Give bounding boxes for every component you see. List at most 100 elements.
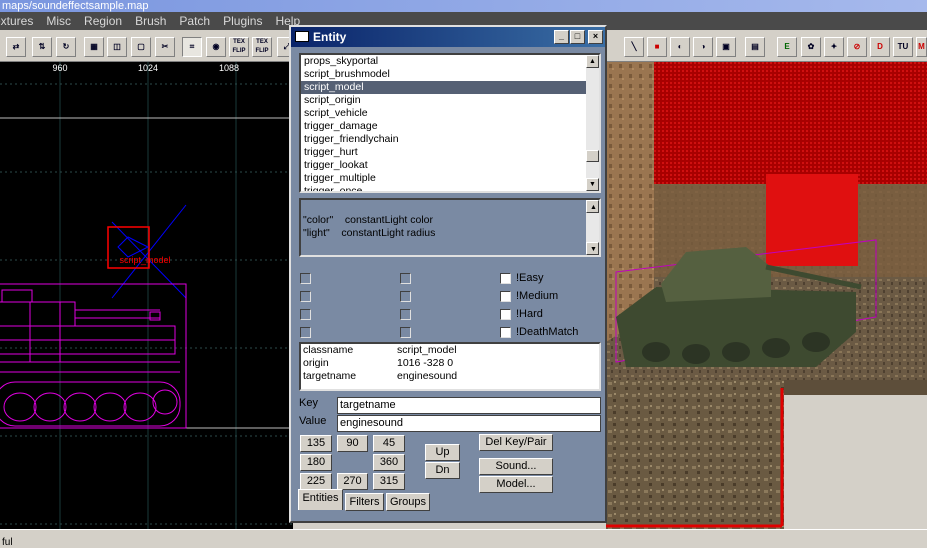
- draw-line-icon[interactable]: ╲: [624, 37, 644, 57]
- scroll-thumb[interactable]: [586, 150, 599, 162]
- list-item[interactable]: trigger_friendlychain: [301, 133, 599, 146]
- tab-groups[interactable]: Groups: [386, 493, 430, 511]
- monster-clip-icon[interactable]: M: [916, 37, 927, 57]
- eye-icon[interactable]: ◐: [670, 37, 690, 57]
- property-row[interactable]: origin 1016 -328 0: [301, 357, 599, 370]
- flip-x-icon[interactable]: ⇄: [6, 37, 26, 57]
- angle-270-button[interactable]: 270: [337, 473, 368, 490]
- scroll-down-icon[interactable]: ▼: [586, 242, 599, 255]
- spawnflag-checkbox[interactable]: [400, 309, 411, 320]
- menu-brush[interactable]: Brush: [129, 12, 173, 30]
- list-item[interactable]: trigger_lookat: [301, 159, 599, 172]
- angle-90-button[interactable]: 90: [337, 435, 368, 452]
- hollow-icon[interactable]: ▢: [131, 37, 151, 57]
- menu-plugins[interactable]: Plugins: [217, 12, 269, 30]
- angle-315-button[interactable]: 315: [373, 473, 405, 490]
- rotate-icon[interactable]: ↻: [56, 37, 76, 57]
- deathmatch-checkbox[interactable]: [500, 327, 511, 338]
- spawnflag-checkbox[interactable]: [300, 327, 311, 338]
- close-button[interactable]: ×: [588, 30, 603, 44]
- tank-bounding-box: [0, 283, 187, 429]
- tex-unit-icon[interactable]: TU: [893, 37, 913, 57]
- spawnflag-checkbox[interactable]: [300, 291, 311, 302]
- angle-180-button[interactable]: 180: [300, 454, 332, 471]
- sound-button[interactable]: Sound...: [479, 458, 553, 475]
- grid-canvas[interactable]: 960 1024 1088 script_model: [0, 62, 293, 529]
- minimize-button[interactable]: _: [554, 30, 569, 44]
- angle-225-button[interactable]: 225: [300, 473, 332, 490]
- dirt-texture: [606, 380, 784, 530]
- angle-135-button[interactable]: 135: [300, 435, 332, 452]
- tex-flip-y-icon[interactable]: TEX FLIP: [252, 37, 272, 57]
- tab-entities[interactable]: Entities: [298, 489, 343, 510]
- detail-d-label: D: [877, 42, 883, 51]
- color-icon[interactable]: ✿: [801, 37, 821, 57]
- tex-flip-y-label: TEX FLIP: [255, 39, 269, 54]
- texture-browser[interactable]: [606, 380, 927, 530]
- detail-d-icon[interactable]: D: [870, 37, 890, 57]
- spawnflag-checkbox[interactable]: [400, 291, 411, 302]
- medium-checkbox[interactable]: [500, 291, 511, 302]
- menu-region[interactable]: Region: [78, 12, 129, 30]
- menu-misc[interactable]: Misc: [40, 12, 78, 30]
- property-row[interactable]: classname script_model: [301, 344, 599, 357]
- spawnflag-checkbox[interactable]: [400, 273, 411, 284]
- list-item[interactable]: trigger_damage: [301, 120, 599, 133]
- texture-icon[interactable]: ▤: [745, 37, 765, 57]
- up-button[interactable]: Up: [425, 444, 460, 461]
- no-draw-icon[interactable]: ◑: [693, 37, 713, 57]
- entity-class-list[interactable]: props_skyportal script_brushmodel script…: [299, 53, 601, 193]
- model-button[interactable]: Model...: [479, 476, 553, 493]
- detail-icon[interactable]: ▣: [716, 37, 736, 57]
- camera-icon[interactable]: ◉: [206, 37, 226, 57]
- grid-view[interactable]: 960 1024 1088 script_model: [0, 62, 293, 529]
- entity-icon[interactable]: ■: [647, 37, 667, 57]
- entity-window-title: Entity: [313, 30, 347, 44]
- camera-view[interactable]: [606, 62, 927, 380]
- list-item[interactable]: trigger_hurt: [301, 146, 599, 159]
- key-input[interactable]: targetname: [337, 397, 601, 414]
- description-scrollbar[interactable]: ▲ ▼: [586, 200, 599, 255]
- down-button[interactable]: Dn: [425, 462, 460, 479]
- scroll-down-icon[interactable]: ▼: [586, 178, 599, 191]
- property-value: enginesound: [397, 370, 458, 382]
- list-item[interactable]: trigger_multiple: [301, 172, 599, 185]
- menu-patch[interactable]: Patch: [173, 12, 217, 30]
- clipper-icon[interactable]: ✂: [155, 37, 175, 57]
- list-item[interactable]: props_skyportal: [301, 55, 599, 68]
- flip-y-icon[interactable]: ⇅: [32, 37, 52, 57]
- menu-textures[interactable]: Textures: [0, 12, 40, 30]
- scroll-up-icon[interactable]: ▲: [586, 55, 599, 68]
- tex-flip-x-icon[interactable]: TEX FLIP: [229, 37, 249, 57]
- hard-checkbox[interactable]: [500, 309, 511, 320]
- key-value-list[interactable]: classname script_model origin 1016 -328 0 …: [299, 342, 601, 391]
- delete-key-pair-button[interactable]: Del Key/Pair: [479, 434, 553, 451]
- property-row[interactable]: targetname enginesound: [301, 370, 599, 383]
- list-item-selected[interactable]: script_model: [301, 81, 599, 94]
- csg-merge-icon[interactable]: ◫: [107, 37, 127, 57]
- texture-lock-icon[interactable]: ⌗: [182, 37, 202, 57]
- angle-45-button[interactable]: 45: [373, 435, 405, 452]
- list-item[interactable]: script_brushmodel: [301, 68, 599, 81]
- spawnflag-checkbox[interactable]: [300, 273, 311, 284]
- description-line: "color" constantLight color: [303, 214, 434, 226]
- hint-icon[interactable]: ✦: [824, 37, 844, 57]
- list-item[interactable]: script_vehicle: [301, 107, 599, 120]
- list-item[interactable]: script_origin: [301, 94, 599, 107]
- spawnflag-checkbox[interactable]: [400, 327, 411, 338]
- maximize-button[interactable]: □: [570, 30, 585, 44]
- entity-e-icon[interactable]: E: [777, 37, 797, 57]
- class-list-scrollbar[interactable]: ▲ ▼: [586, 55, 599, 191]
- scroll-up-icon[interactable]: ▲: [586, 200, 599, 213]
- tab-filters[interactable]: Filters: [345, 493, 384, 511]
- list-item[interactable]: trigger_once: [301, 185, 599, 191]
- camera-scene: [606, 62, 927, 380]
- spawnflag-checkbox[interactable]: [300, 309, 311, 320]
- angle-360-button[interactable]: 360: [373, 454, 405, 471]
- value-input[interactable]: enginesound: [337, 415, 601, 432]
- caulk-icon[interactable]: ⊘: [847, 37, 867, 57]
- easy-checkbox[interactable]: [500, 273, 511, 284]
- csg-subtract-icon[interactable]: ▦: [84, 37, 104, 57]
- entity-window-title-bar[interactable]: Entity _ □ ×: [291, 27, 605, 47]
- red-sky-mesh: [654, 62, 927, 184]
